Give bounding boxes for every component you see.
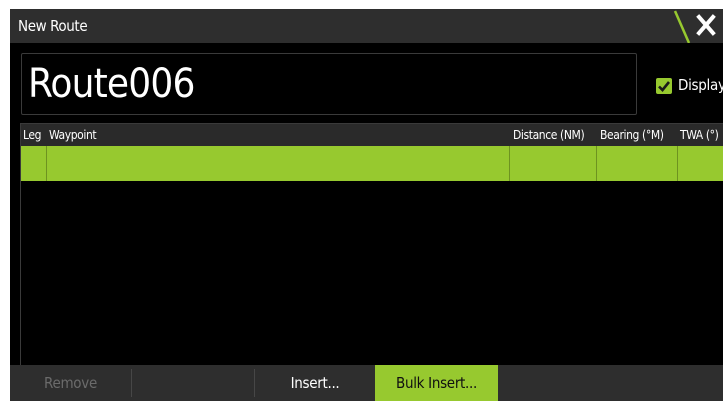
route-name-value: Route006 (28, 61, 195, 107)
dialog-title: New Route (18, 17, 88, 35)
column-header-bearing: Bearing (°M) (600, 128, 664, 142)
cell-divider (46, 146, 47, 181)
column-header-waypoint: Waypoint (49, 128, 97, 142)
display-label: Display (678, 76, 723, 94)
cell-divider (596, 146, 597, 181)
table-header: Leg Waypoint Distance (NM) Bearing (°M) … (21, 124, 723, 146)
column-header-distance: Distance (NM) (513, 128, 585, 142)
close-icon (696, 14, 716, 36)
column-header-twa: TWA (°) (680, 128, 719, 142)
checkmark-icon (658, 81, 671, 92)
cell-divider (677, 146, 678, 181)
accent-stripe (673, 10, 691, 43)
route-name-input[interactable]: Route006 (21, 53, 637, 115)
close-button[interactable] (692, 9, 723, 43)
empty-button-slot (132, 365, 254, 401)
title-bar: New Route (10, 9, 723, 43)
display-checkbox[interactable] (656, 78, 672, 94)
cell-divider (509, 146, 510, 181)
table-row[interactable] (21, 146, 723, 181)
button-bar: Remove Insert... Bulk Insert... (10, 365, 723, 401)
new-route-dialog: New Route Route006 Display Leg Waypoint … (10, 9, 723, 401)
bulk-insert-button[interactable]: Bulk Insert... (375, 365, 498, 401)
remove-button[interactable]: Remove (10, 365, 131, 401)
insert-button[interactable]: Insert... (255, 365, 375, 401)
column-header-leg: Leg (23, 128, 42, 142)
waypoint-table: Leg Waypoint Distance (NM) Bearing (°M) … (20, 123, 723, 368)
